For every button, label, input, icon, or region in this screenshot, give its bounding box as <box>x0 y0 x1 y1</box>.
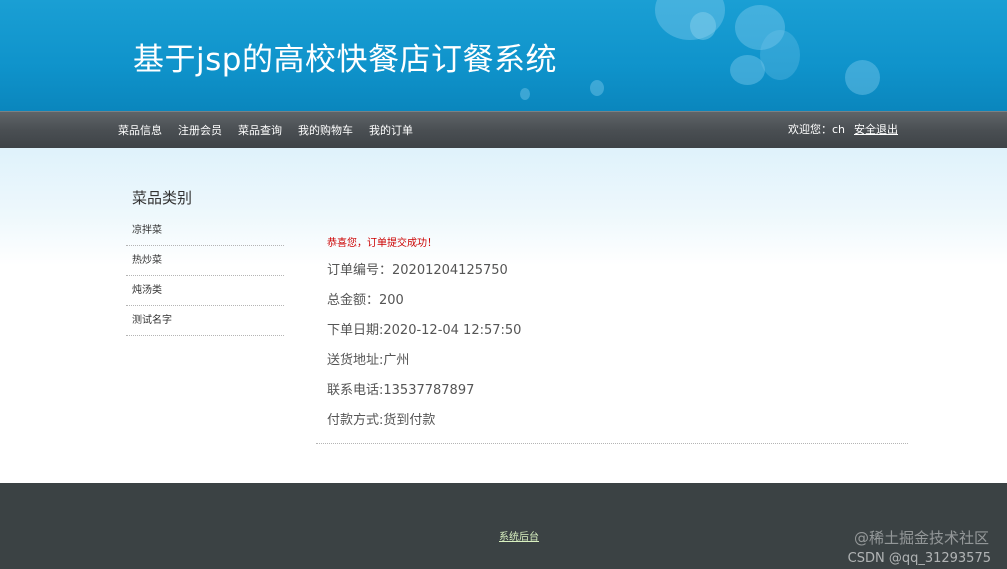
delivery-address: 送货地址:广州 <box>327 353 410 368</box>
nav-links: 菜品信息 注册会员 菜品查询 我的购物车 我的订单 <box>118 122 413 138</box>
banner-decoration <box>690 12 716 40</box>
nav-item-cart[interactable]: 我的购物车 <box>298 122 353 138</box>
watermark-text: CSDN @qq_31293575 <box>847 551 991 566</box>
header-banner: 基于jsp的高校快餐店订餐系统 <box>0 0 1007 111</box>
sidebar-title: 菜品类别 <box>132 189 193 207</box>
nav-item-orders[interactable]: 我的订单 <box>369 122 413 138</box>
category-item-test-name[interactable]: 测试名字 <box>126 306 284 336</box>
category-sidebar: 菜品类别 凉拌菜 热炒菜 炖汤类 测试名字 <box>126 186 284 336</box>
category-item-stir-fry[interactable]: 热炒菜 <box>126 246 284 276</box>
contact-phone: 联系电话:13537787897 <box>327 383 475 398</box>
logout-link[interactable]: 安全退出 <box>854 121 898 137</box>
welcome-text: 欢迎您：ch <box>787 123 845 136</box>
order-result-panel: 恭喜您，订单提交成功！ 订单编号：20201204125750 总金额：200 … <box>316 234 908 444</box>
content-area: 菜品类别 凉拌菜 热炒菜 炖汤类 测试名字 恭喜您，订单提交成功！ 订单编号：2… <box>0 148 1007 483</box>
category-item-soups[interactable]: 炖汤类 <box>126 276 284 306</box>
order-date: 下单日期:2020-12-04 12:57:50 <box>327 323 522 338</box>
watermark-text: @稀土掘金技术社区 <box>853 529 989 547</box>
order-number: 订单编号：20201204125750 <box>327 263 508 278</box>
nav-item-dish-search[interactable]: 菜品查询 <box>238 122 282 138</box>
category-list: 凉拌菜 热炒菜 炖汤类 测试名字 <box>126 216 284 336</box>
nav-item-register[interactable]: 注册会员 <box>178 122 222 138</box>
page-footer: 系统后台 @稀土掘金技术社区 CSDN @qq_31293575 <box>0 483 1007 569</box>
success-message: 恭喜您，订单提交成功！ <box>327 238 437 249</box>
category-item-cold-dishes[interactable]: 凉拌菜 <box>126 216 284 246</box>
payment-method: 付款方式:货到付款 <box>327 413 436 428</box>
banner-decoration <box>845 60 880 95</box>
main-navbar: 菜品信息 注册会员 菜品查询 我的购物车 我的订单 欢迎您：ch 安全退出 <box>0 111 1007 148</box>
banner-decoration <box>520 88 530 100</box>
admin-backend-link[interactable]: 系统后台 <box>499 528 539 543</box>
banner-decoration <box>760 30 800 80</box>
banner-decoration <box>590 80 604 96</box>
nav-item-dish-info[interactable]: 菜品信息 <box>118 122 162 138</box>
order-total: 总金额：200 <box>327 293 404 308</box>
user-area: 欢迎您：ch 安全退出 <box>788 121 898 137</box>
divider <box>316 443 908 444</box>
site-title: 基于jsp的高校快餐店订餐系统 <box>133 42 557 78</box>
